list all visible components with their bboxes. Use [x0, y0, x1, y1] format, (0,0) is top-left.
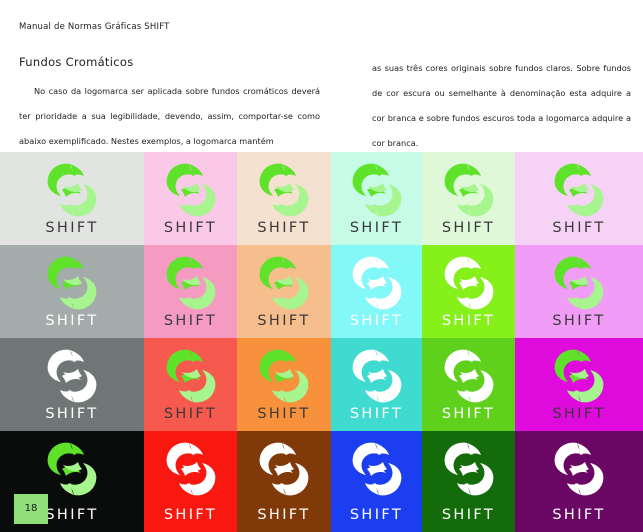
manual-header: Manual de Normas Gráficas SHIFT: [19, 22, 170, 32]
swatch-cell: SHIFT: [144, 338, 237, 431]
shift-logo-icon: [444, 256, 493, 310]
swatch-cell: SHIFT: [237, 431, 331, 532]
swatch-cell: SHIFT: [331, 338, 422, 431]
shift-wordmark: SHIFT: [441, 406, 496, 422]
swatch-cell: SHIFT: [237, 338, 331, 431]
body-text-left: No caso da logomarca ser aplicada sobre …: [19, 79, 320, 154]
shift-wordmark: SHIFT: [349, 313, 404, 329]
shift-logo-icon: [166, 349, 215, 403]
swatch-cell: SHIFT: [515, 152, 643, 245]
shift-logo-icon: [554, 349, 604, 403]
shift-logo-icon: [166, 256, 215, 310]
shift-logo-icon: [259, 442, 309, 496]
shift-wordmark: SHIFT: [45, 220, 99, 236]
shift-logo-icon: [554, 163, 604, 217]
shift-wordmark: SHIFT: [163, 507, 218, 523]
shift-logo-icon: [47, 349, 97, 403]
swatch-cell: SHIFT: [0, 338, 144, 431]
swatch-cell: SHIFT: [0, 152, 144, 245]
shift-wordmark: SHIFT: [257, 220, 311, 236]
shift-logo-icon: [444, 442, 493, 496]
swatch-cell: SHIFT: [515, 245, 643, 338]
shift-logo-icon: [444, 349, 493, 403]
swatch-cell: SHIFT: [422, 152, 515, 245]
swatch-cell: SHIFT: [237, 245, 331, 338]
shift-wordmark: SHIFT: [163, 406, 218, 422]
shift-wordmark: SHIFT: [349, 220, 404, 236]
swatch-cell: SHIFT: [422, 245, 515, 338]
shift-wordmark: SHIFT: [257, 507, 311, 523]
page-number: 18: [14, 494, 48, 524]
shift-logo-icon: [554, 442, 604, 496]
shift-wordmark: SHIFT: [552, 507, 606, 523]
shift-logo-icon: [352, 349, 401, 403]
shift-wordmark: SHIFT: [45, 313, 99, 329]
swatch-cell: SHIFT: [331, 431, 422, 532]
shift-logo-icon: [352, 442, 401, 496]
shift-logo-icon: [554, 256, 604, 310]
shift-logo-icon: [166, 163, 215, 217]
shift-wordmark: SHIFT: [163, 220, 218, 236]
shift-logo-icon: [166, 442, 215, 496]
shift-logo-icon: [352, 256, 401, 310]
shift-wordmark: SHIFT: [257, 406, 311, 422]
body-text-right: as suas três cores originais sobre fundo…: [372, 63, 631, 148]
body-text-left-content: No caso da logomarca ser aplicada sobre …: [19, 86, 320, 146]
swatch-cell: SHIFT: [144, 431, 237, 532]
section-title: Fundos Cromáticos: [19, 55, 134, 69]
swatch-cell: SHIFT: [144, 152, 237, 245]
shift-logo-icon: [47, 256, 97, 310]
shift-logo-icon: [259, 349, 309, 403]
swatch-cell: SHIFT: [331, 245, 422, 338]
shift-wordmark: SHIFT: [441, 220, 496, 236]
swatch-cell: SHIFT: [0, 245, 144, 338]
shift-wordmark: SHIFT: [45, 406, 99, 422]
swatch-cell: SHIFT: [331, 152, 422, 245]
shift-logo-icon: [47, 442, 97, 496]
shift-logo-icon: [352, 163, 401, 217]
shift-wordmark: SHIFT: [257, 313, 311, 329]
swatch-cell: SHIFT: [422, 431, 515, 532]
shift-wordmark: SHIFT: [552, 313, 606, 329]
swatch-cell: SHIFT: [237, 152, 331, 245]
swatch-cell: SHIFT: [422, 338, 515, 431]
swatch-cell: SHIFT: [144, 245, 237, 338]
shift-wordmark: SHIFT: [441, 507, 496, 523]
shift-logo-icon: [47, 163, 97, 217]
shift-wordmark: SHIFT: [349, 507, 404, 523]
shift-logo-icon: [444, 163, 493, 217]
shift-logo-icon: [259, 163, 309, 217]
swatch-cell: SHIFT: [515, 431, 643, 532]
shift-wordmark: SHIFT: [552, 220, 606, 236]
swatch-cell: SHIFT: [515, 338, 643, 431]
shift-wordmark: SHIFT: [552, 406, 606, 422]
shift-wordmark: SHIFT: [441, 313, 496, 329]
shift-logo-icon: [259, 256, 309, 310]
shift-wordmark: SHIFT: [349, 406, 404, 422]
background-swatch-grid: SHIFT SHIFT SHIFT SHIFT SHIFT SHIFT SHIF…: [0, 152, 643, 532]
shift-wordmark: SHIFT: [163, 313, 218, 329]
